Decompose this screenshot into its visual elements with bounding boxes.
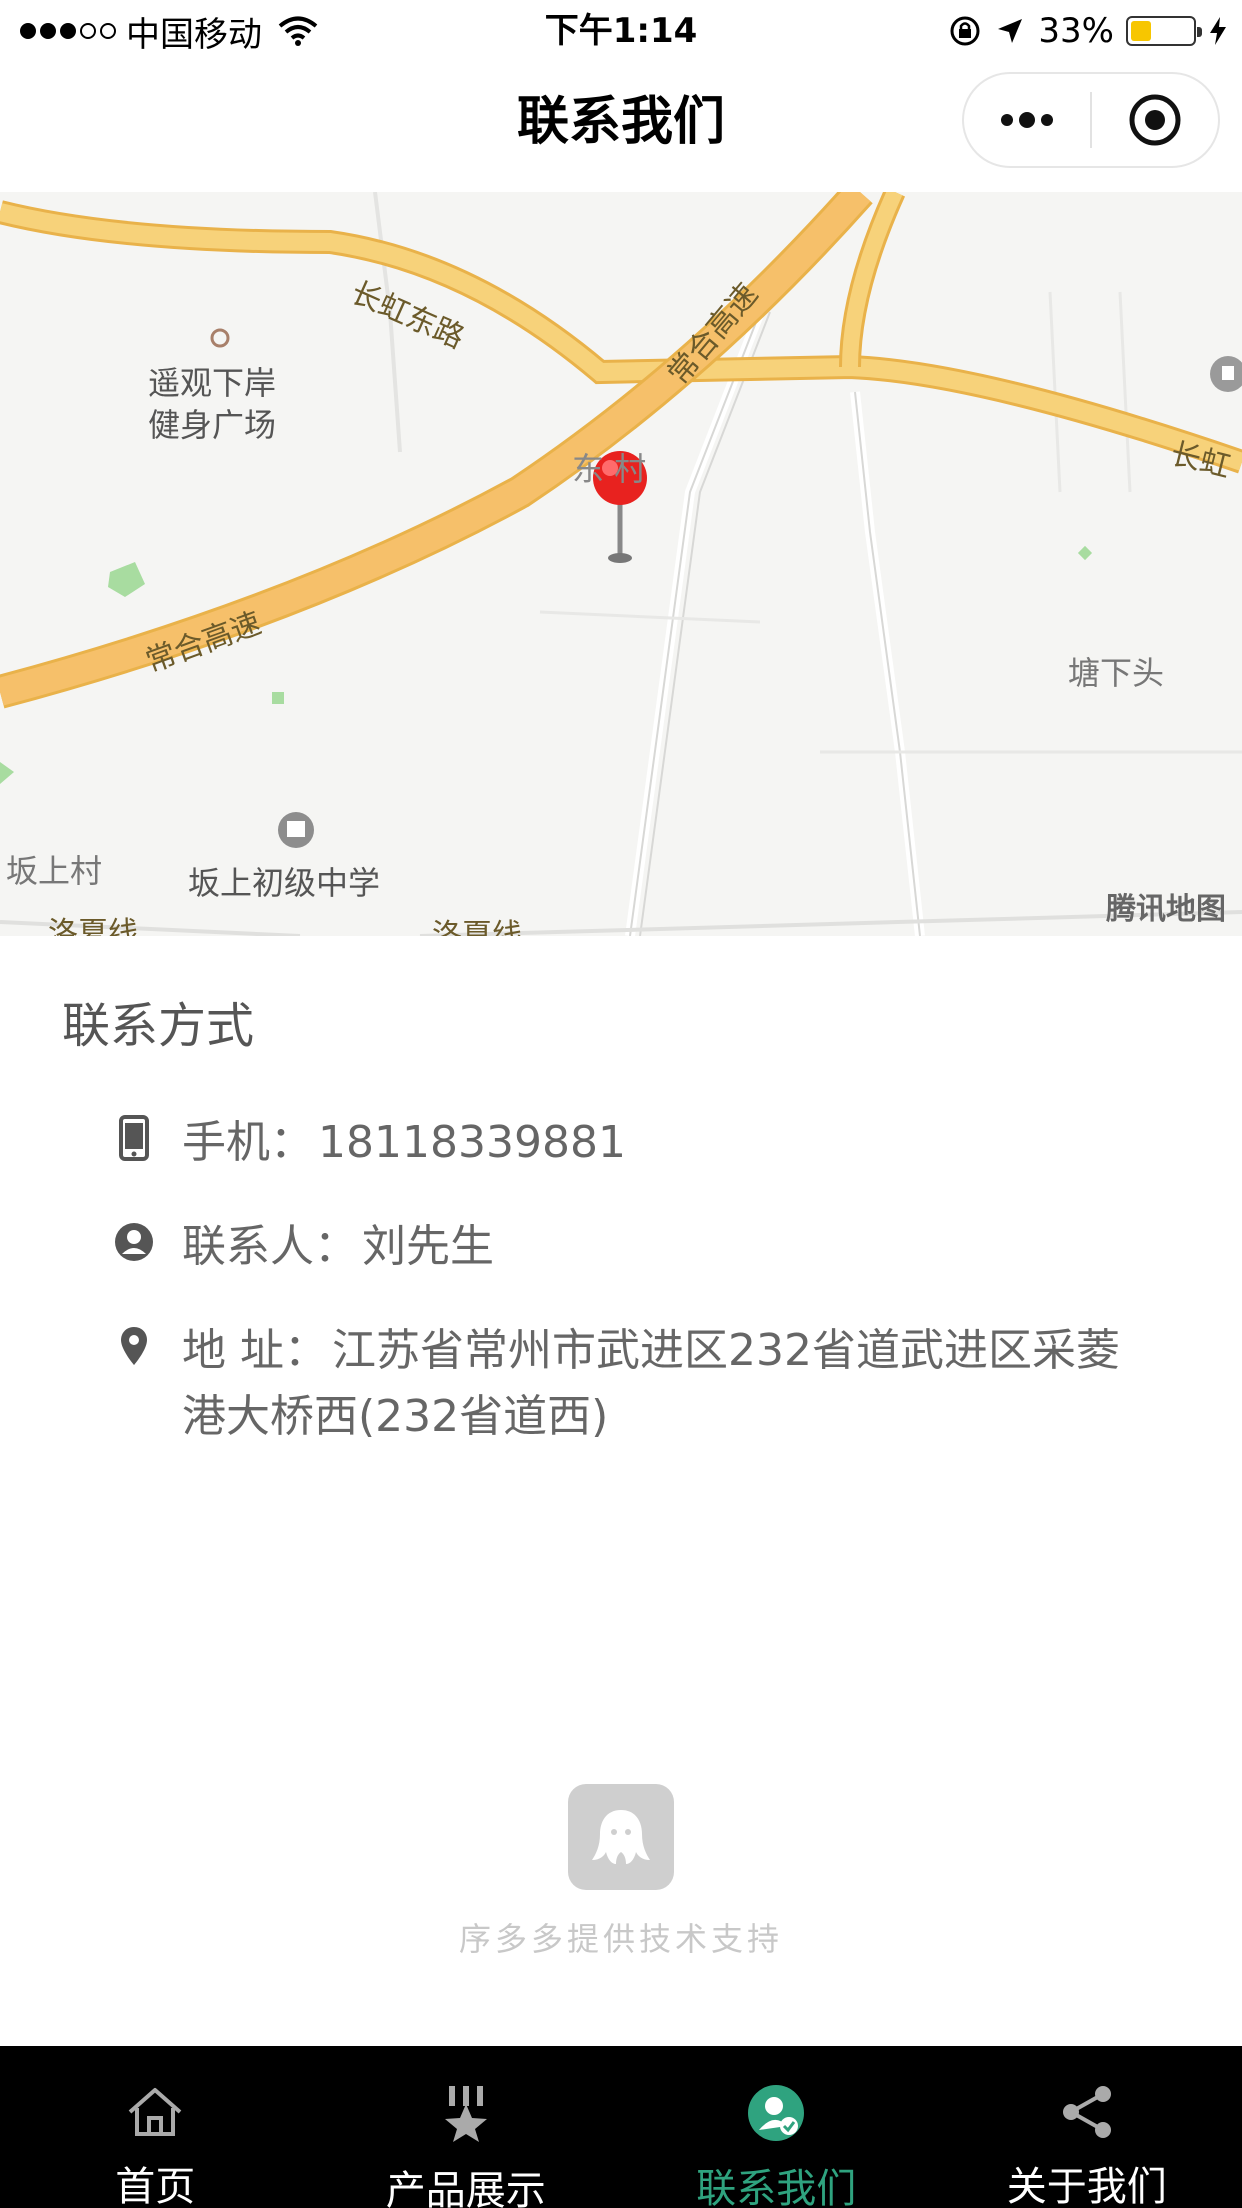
more-dots-icon	[1001, 112, 1053, 128]
close-button[interactable]	[1092, 72, 1218, 168]
contact-user-icon	[744, 2084, 808, 2142]
phone-text: 手机：18118339881	[182, 1110, 626, 1176]
target-close-icon	[1129, 94, 1181, 146]
contact-section-title: 联系方式	[62, 998, 255, 1054]
tab-contact[interactable]: 联系我们	[621, 2046, 932, 2208]
address-row: 地 址：江苏省常州市武进区232省道武进区采菱港大桥西(232省道西)	[106, 1318, 1180, 1450]
tab-label-home: 首页	[115, 2164, 196, 2208]
address-text: 地 址：江苏省常州市武进区232省道武进区采菱港大桥西(232省道西)	[182, 1318, 1162, 1450]
contact-info-list: 手机：18118339881 联系人：刘先生 地 址：江苏省常州市武进区232省…	[62, 1110, 1180, 1450]
road-label-luoxia-left: 洛夏线	[48, 916, 138, 936]
octopus-logo-icon	[568, 1784, 674, 1890]
home-icon	[123, 2084, 187, 2140]
share-icon	[1055, 2084, 1119, 2140]
tech-support-text: 序多多提供技术支持	[458, 1920, 783, 1958]
mobile-phone-icon	[106, 1110, 162, 1166]
location-arrow-icon	[998, 19, 1023, 43]
tech-support: 序多多提供技术支持	[0, 1784, 1242, 1960]
poi-label-yaoguan: 遥观下岸 健身广场	[148, 364, 277, 444]
user-circle-icon	[106, 1214, 162, 1270]
nav-bar: 联系我们	[0, 62, 1242, 192]
address-label: 地 址：	[182, 1325, 328, 1376]
contact-section: 联系方式 手机：18118339881 联系人：刘先生 地 址：江苏省常州市武进…	[0, 936, 1242, 1488]
more-button[interactable]	[964, 72, 1090, 168]
phone-row[interactable]: 手机：18118339881	[106, 1110, 1180, 1176]
person-row: 联系人：刘先生	[106, 1214, 1180, 1280]
status-right: 33%	[948, 8, 1228, 54]
charging-bolt-icon	[1210, 17, 1226, 45]
person-label: 联系人：	[182, 1221, 358, 1272]
poi-label-tangxiatou: 塘下头	[1068, 654, 1165, 692]
orientation-lock-icon	[950, 16, 980, 46]
map-credit: 腾讯地图	[1106, 892, 1226, 927]
tab-label-contact: 联系我们	[696, 2166, 857, 2208]
person-text: 联系人：刘先生	[182, 1214, 494, 1280]
road-label-luoxia-mid: 洛夏线	[432, 918, 522, 936]
tab-label-about: 关于我们	[1006, 2164, 1167, 2208]
map-roads	[0, 192, 1242, 936]
tab-home[interactable]: 首页	[0, 2046, 311, 2208]
poi-label-village: 东 村	[572, 450, 647, 488]
battery-icon	[1126, 16, 1202, 46]
person-name: 刘先生	[362, 1221, 494, 1272]
tab-products[interactable]: 产品展示	[311, 2046, 622, 2208]
mini-program-capsule	[962, 72, 1220, 168]
status-bar: 中国移动 下午1:14 33%	[0, 0, 1242, 62]
poi-label-school: 坂上初级中学	[188, 864, 381, 902]
phone-number[interactable]: 18118339881	[318, 1117, 626, 1168]
bottom-tab-bar: 首页 产品展示 联系我们 关于我们	[0, 2046, 1242, 2208]
location-map[interactable]: 长虹东路 长虹 常合高速 常合高速 洛夏线 洛夏线 遥观下岸 健身广场 东 村 …	[0, 192, 1242, 936]
tab-about[interactable]: 关于我们	[932, 2046, 1242, 2208]
product-badge-icon	[434, 2084, 498, 2144]
poi-label-banshangcun: 坂上村	[6, 852, 103, 890]
phone-label: 手机：	[182, 1117, 314, 1168]
location-pin-icon	[106, 1318, 162, 1374]
tab-label-products: 产品展示	[385, 2168, 546, 2208]
battery-percent: 33%	[1038, 11, 1114, 51]
